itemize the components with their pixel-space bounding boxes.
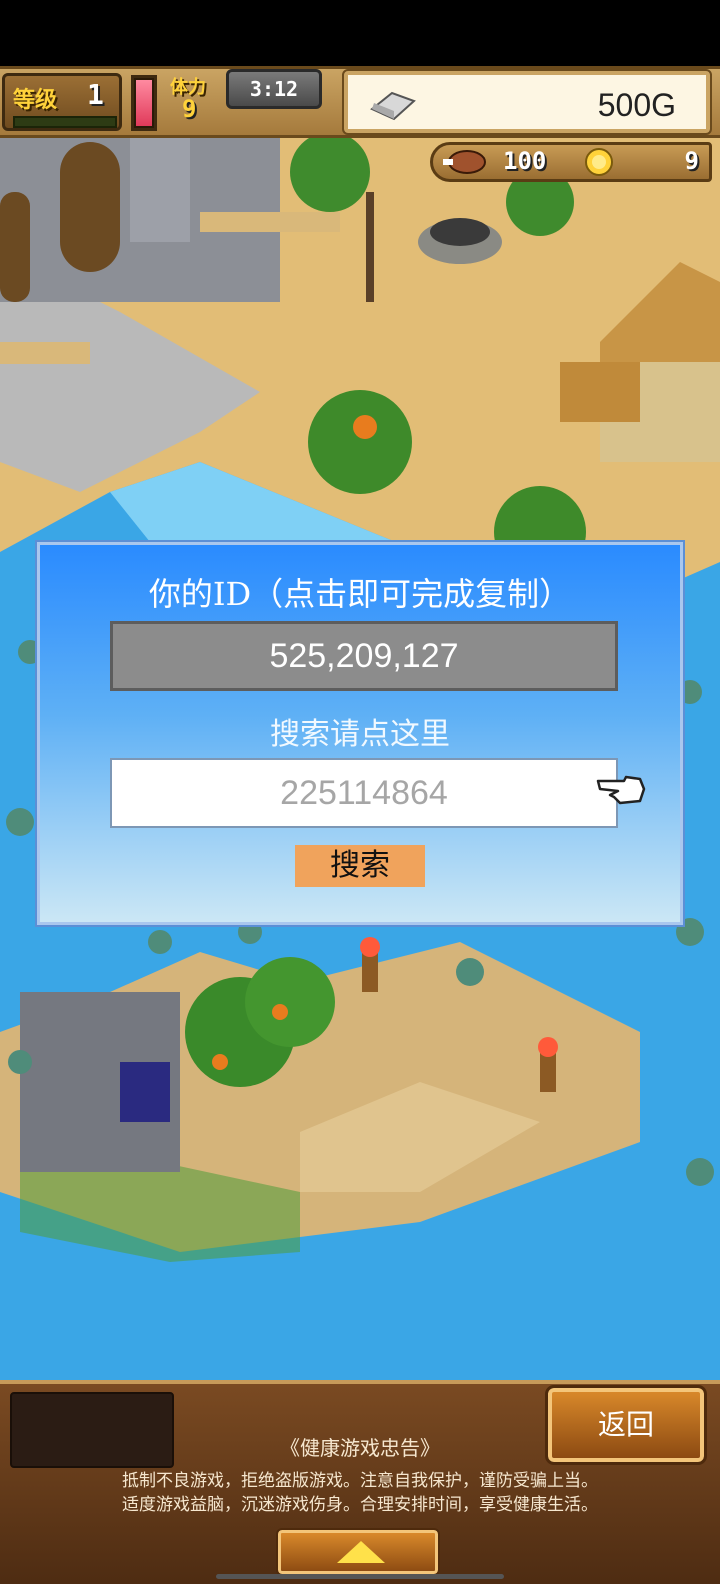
- dialog-title: 你的ID（点击即可完成复制）: [148, 575, 572, 613]
- bottom-bar: 返回 《健康游戏忠告》 抵制不良游戏，拒绝盗版游戏。注意自我保护，谨防受骗上当。…: [0, 1380, 720, 1584]
- resource-bar[interactable]: 100 9: [430, 142, 712, 182]
- level-panel[interactable]: 等级 1: [2, 73, 122, 131]
- search-id-input[interactable]: 225114864: [110, 758, 618, 828]
- expand-menu-button[interactable]: [276, 1528, 440, 1576]
- top-hud: 等级 1 体力 9 3:12 500G: [0, 66, 720, 138]
- money-value: 500G: [597, 87, 676, 123]
- stamina-timer: 3:12: [226, 69, 322, 109]
- pointing-hand-icon: [596, 775, 646, 805]
- stamina-fill: [136, 80, 152, 126]
- experience-bar: [13, 116, 117, 128]
- level-label: 等级: [13, 88, 58, 113]
- health-advice-line-2: 适度游戏益脑，沉迷游戏伤身。合理安排时间，享受健康生活。: [122, 1495, 598, 1515]
- player-id-field[interactable]: 525,209,127: [110, 621, 618, 691]
- silver-ingot-icon: [370, 91, 416, 121]
- medal-count: 9: [684, 147, 699, 175]
- health-advice-title: 《健康游戏忠告》: [280, 1436, 440, 1460]
- game-screen: 等级 1 体力 9 3:12 500G 100 9 你的ID（点击即可完成复制）…: [0, 0, 720, 1584]
- search-label: 搜索请点这里: [270, 717, 450, 752]
- player-id-dialog: 你的ID（点击即可完成复制） 525,209,127 搜索请点这里 225114…: [37, 542, 683, 925]
- up-arrow-icon: [337, 1541, 385, 1563]
- food-count: 100: [503, 147, 547, 175]
- health-advice-line-1: 抵制不良游戏，拒绝盗版游戏。注意自我保护，谨防受骗上当。: [122, 1471, 598, 1491]
- search-button[interactable]: 搜索: [295, 845, 425, 887]
- gold-medal-icon: [585, 148, 613, 176]
- stamina-value: 9: [182, 95, 197, 123]
- money-panel[interactable]: 500G: [342, 69, 712, 135]
- home-indicator[interactable]: [216, 1574, 504, 1579]
- level-value: 1: [87, 78, 104, 111]
- stamina-vial-icon: [131, 75, 157, 131]
- roast-meat-icon: [443, 150, 486, 174]
